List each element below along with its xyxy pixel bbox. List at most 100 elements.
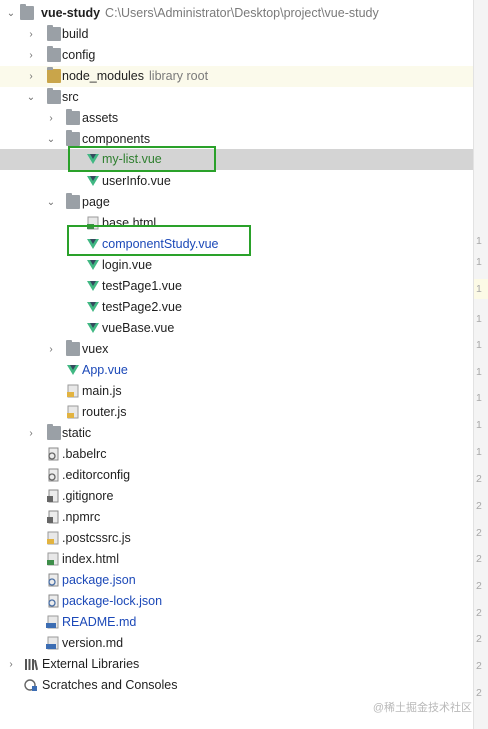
tree-row-config[interactable]: › config: [0, 45, 474, 66]
line-number: 2: [476, 687, 482, 699]
chevron-right-icon[interactable]: ›: [5, 654, 17, 675]
tree-label: testPage1.vue: [102, 279, 182, 293]
folder-icon: [66, 193, 80, 209]
tree-row-package-lock-json[interactable]: package-lock.json: [0, 591, 474, 612]
tree-row-gitignore[interactable]: .gitignore: [0, 486, 474, 507]
tree-row-project-root[interactable]: ⌄ vue-study C:\Users\Administrator\Deskto…: [0, 3, 474, 24]
tree-row-version-md[interactable]: version.md: [0, 633, 474, 654]
folder-icon: [20, 4, 34, 20]
tree-row-main-js[interactable]: main.js: [0, 381, 474, 402]
folder-icon: [47, 46, 61, 62]
highlight-box-component-study: [67, 225, 251, 256]
chevron-down-icon[interactable]: ⌄: [45, 192, 57, 213]
json-file-icon: [46, 594, 60, 608]
tree-label: router.js: [82, 405, 127, 419]
tree-label: .babelrc: [62, 447, 107, 461]
line-number: 2: [476, 660, 482, 672]
line-number: 1: [476, 446, 482, 458]
tree-label: External Libraries: [42, 657, 140, 671]
chevron-right-icon[interactable]: ›: [45, 339, 57, 360]
line-number: 1: [476, 339, 482, 351]
tree-row-external-libraries[interactable]: › External Libraries: [0, 654, 474, 675]
scratches-icon: [24, 678, 38, 692]
tree-label: page: [82, 195, 110, 209]
tree-label: version.md: [62, 636, 124, 650]
tree-row-src[interactable]: ⌄ src: [0, 87, 474, 108]
line-number: 1: [476, 313, 482, 325]
line-number: 1: [476, 256, 482, 268]
tree-label: App.vue: [82, 363, 128, 377]
tree-label: static: [62, 426, 92, 440]
tree-label: index.html: [62, 552, 119, 566]
tree-row-login-vue[interactable]: login.vue: [0, 255, 474, 276]
tree-label: package-lock.json: [62, 594, 163, 608]
folder-icon: [47, 88, 61, 104]
tree-row-userinfo-vue[interactable]: userInfo.vue: [0, 171, 474, 192]
chevron-down-icon[interactable]: ⌄: [5, 3, 17, 24]
line-number: 2: [476, 473, 482, 485]
line-number: 2: [476, 607, 482, 619]
chevron-down-icon[interactable]: ⌄: [25, 87, 37, 108]
tree-label: userInfo.vue: [102, 174, 171, 188]
tree-row-editorconfig[interactable]: .editorconfig: [0, 465, 474, 486]
tree-row-page[interactable]: ⌄ page: [0, 192, 474, 213]
tree-row-readme-md[interactable]: README.md: [0, 612, 474, 633]
vue-file-icon: [86, 300, 100, 314]
project-path: C:\Users\Administrator\Desktop\project\v…: [105, 6, 379, 20]
text-file-icon: [46, 510, 60, 524]
tree-row-vuebase-vue[interactable]: vueBase.vue: [0, 318, 474, 339]
tree-row-package-json[interactable]: package.json: [0, 570, 474, 591]
tree-row-router-js[interactable]: router.js: [0, 402, 474, 423]
tree-label: Scratches and Consoles: [42, 678, 178, 692]
tree-label: vuex: [82, 342, 109, 356]
tree-row-scratches-and-consoles[interactable]: Scratches and Consoles: [0, 675, 474, 696]
folder-icon: [66, 130, 80, 146]
tree-label: .editorconfig: [62, 468, 131, 482]
tree-row-npmrc[interactable]: .npmrc: [0, 507, 474, 528]
tree-label: vueBase.vue: [102, 321, 175, 335]
config-file-icon: [46, 447, 60, 461]
chevron-down-icon[interactable]: ⌄: [45, 129, 57, 150]
line-number: 2: [476, 553, 482, 565]
chevron-right-icon[interactable]: ›: [25, 24, 37, 45]
tree-row-app-vue[interactable]: App.vue: [0, 360, 474, 381]
tree-row-static[interactable]: › static: [0, 423, 474, 444]
library-root-hint: library root: [149, 69, 209, 83]
tree-label: main.js: [82, 384, 122, 398]
vue-file-icon: [86, 279, 100, 293]
libraries-icon: [24, 657, 38, 671]
text-file-icon: [46, 468, 60, 482]
js-file-icon: [66, 384, 80, 398]
tree-row-testpage1-vue[interactable]: testPage1.vue: [0, 276, 474, 297]
vue-file-icon: [86, 321, 100, 335]
vue-file-icon: [86, 258, 100, 272]
tree-row-testpage2-vue[interactable]: testPage2.vue: [0, 297, 474, 318]
tree-row-babelrc[interactable]: .babelrc: [0, 444, 474, 465]
tree-row-index-html[interactable]: index.html: [0, 549, 474, 570]
tree-label: .npmrc: [62, 510, 101, 524]
chevron-right-icon[interactable]: ›: [25, 45, 37, 66]
md-file-icon: [46, 636, 60, 650]
tree-label: build: [62, 27, 89, 41]
tree-row-node-modules[interactable]: › node_modules library root: [0, 66, 474, 87]
tree-row-assets[interactable]: › assets: [0, 108, 474, 129]
tree-row-postcssrc-js[interactable]: .postcssrc.js: [0, 528, 474, 549]
chevron-right-icon[interactable]: ›: [25, 66, 37, 87]
html-file-icon: [46, 552, 60, 566]
tree-row-build[interactable]: › build: [0, 24, 474, 45]
chevron-right-icon[interactable]: ›: [45, 108, 57, 129]
editor-gutter: 1 1 1 1 1 1 1 1 1 2 2 2 2 2 2 2 2 2: [473, 0, 488, 729]
chevron-right-icon[interactable]: ›: [25, 423, 37, 444]
tree-label: package.json: [62, 573, 136, 587]
watermark: @稀土掘金技术社区: [372, 702, 472, 714]
project-tree: ⌄ vue-study C:\Users\Administrator\Deskto…: [0, 0, 474, 729]
folder-icon: [47, 424, 61, 440]
folder-icon: [47, 25, 61, 41]
highlight-box-my-list: [68, 146, 216, 172]
js-file-icon: [46, 531, 60, 545]
tree-row-vuex[interactable]: › vuex: [0, 339, 474, 360]
folder-icon: [66, 340, 80, 356]
tree-label: node_modules: [62, 69, 145, 83]
line-number: 1: [476, 392, 482, 404]
line-number: 2: [476, 633, 482, 645]
